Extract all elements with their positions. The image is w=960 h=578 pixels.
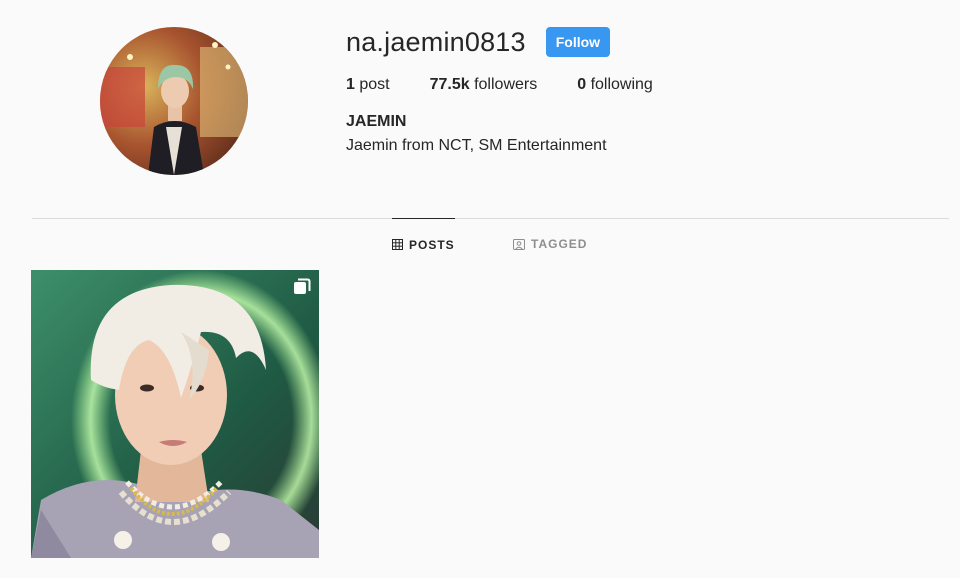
tab-posts-label: POSTS <box>409 237 455 252</box>
profile-stats: 1 post 77.5k followers 0 following <box>346 76 693 94</box>
posts-label: post <box>354 76 390 93</box>
profile-info: na.jaemin0813 Follow 1 post 77.5k follow… <box>346 27 693 155</box>
tab-tagged-label: TAGGED <box>531 237 588 251</box>
post-image <box>31 270 319 558</box>
post-thumbnail[interactable] <box>31 270 319 558</box>
posts-stat: 1 post <box>346 76 390 94</box>
profile-avatar[interactable] <box>100 27 248 175</box>
title-row: na.jaemin0813 Follow <box>346 27 693 57</box>
followers-label: followers <box>469 76 538 93</box>
followers-stat[interactable]: 77.5k followers <box>430 76 538 94</box>
followers-count: 77.5k <box>429 76 470 93</box>
avatar-image <box>100 27 248 175</box>
tab-tagged[interactable]: TAGGED <box>513 218 593 270</box>
tag-icon <box>513 238 525 250</box>
multi-photo-icon <box>293 278 311 296</box>
following-count: 0 <box>577 76 587 93</box>
tab-posts[interactable]: POSTS <box>392 218 455 270</box>
tabs-divider <box>32 218 949 219</box>
username: na.jaemin0813 <box>346 26 526 57</box>
posts-count: 1 <box>346 76 355 93</box>
bio: Jaemin from NCT, SM Entertainment <box>346 137 607 154</box>
following-stat[interactable]: 0 following <box>577 76 653 94</box>
follow-button[interactable]: Follow <box>545 27 611 57</box>
full-name: JAEMIN <box>346 113 407 130</box>
grid-icon <box>392 239 403 250</box>
following-label: following <box>586 76 653 93</box>
